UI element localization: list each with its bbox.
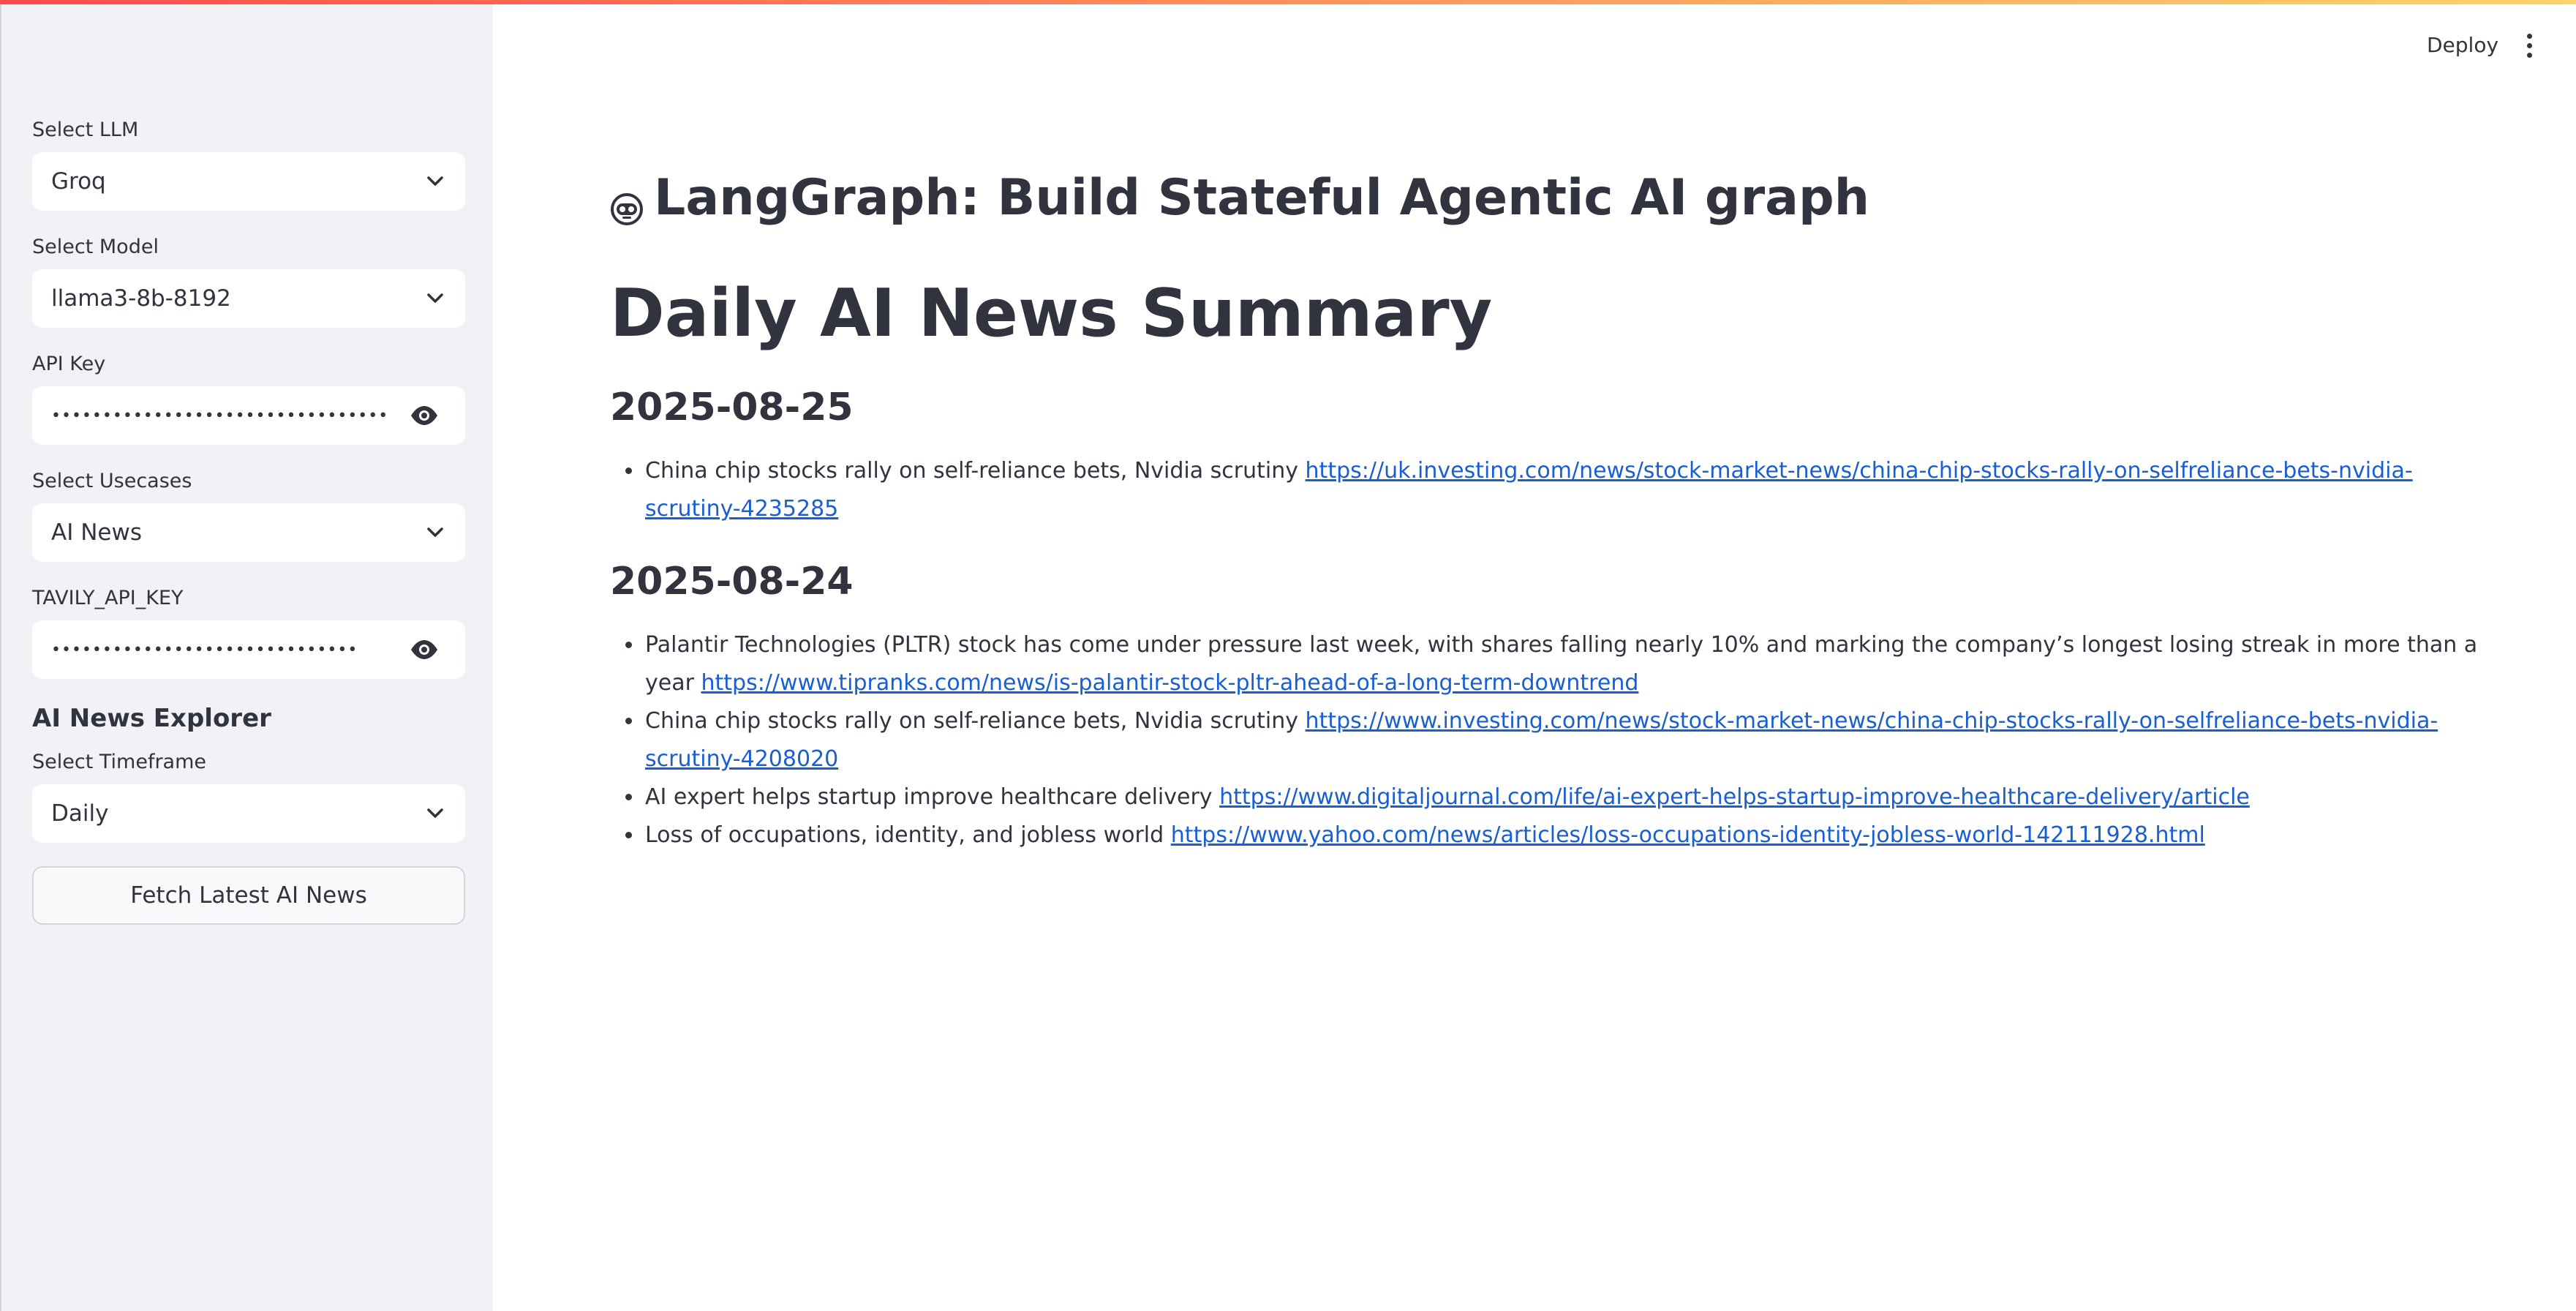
select-llm-dropdown[interactable]: Groq <box>32 152 465 211</box>
select-llm-value: Groq <box>51 168 106 195</box>
api-key-label: API Key <box>32 353 106 375</box>
news-list: Palantir Technologies (PLTR) stock has c… <box>610 626 2482 854</box>
select-model-dropdown[interactable]: llama3-8b-8192 <box>32 269 465 328</box>
chevron-down-icon <box>424 803 446 824</box>
chevron-down-icon <box>424 288 446 309</box>
news-item-link[interactable]: https://www.tipranks.com/news/is-palanti… <box>701 670 1638 696</box>
kebab-menu-icon[interactable] <box>2516 31 2542 60</box>
news-item-link[interactable]: https://www.yahoo.com/news/articles/loss… <box>1171 822 2205 848</box>
select-model-label: Select Model <box>32 236 159 258</box>
tavily-api-key-masked-value: ••••••••••••••••••••••••••••••••••••••••… <box>51 640 358 659</box>
app-title-text: LangGraph: Build Stateful Agentic AI gra… <box>654 168 1870 227</box>
select-timeframe-value: Daily <box>51 800 109 827</box>
news-item-text: China chip stocks rally on self-reliance… <box>645 458 1298 484</box>
tavily-api-key-input[interactable]: ••••••••••••••••••••••••••••••••••••••••… <box>32 620 465 679</box>
app-title: LangGraph: Build Stateful Agentic AI gra… <box>610 154 2482 241</box>
news-list: China chip stocks rally on self-reliance… <box>610 452 2482 528</box>
select-timeframe-label: Select Timeframe <box>32 751 207 773</box>
select-llm-label: Select LLM <box>32 119 139 141</box>
date-heading: 2025-08-25 <box>610 386 854 429</box>
date-heading: 2025-08-24 <box>610 560 854 604</box>
news-item-text: Loss of occupations, identity, and joble… <box>645 822 1164 848</box>
main-content: LangGraph: Build Stateful Agentic AI gra… <box>610 154 2482 854</box>
news-item-text: AI expert helps startup improve healthca… <box>645 784 1213 810</box>
select-usecase-value: AI News <box>51 519 142 546</box>
sidebar-content: Select LLM Groq Select Model llama3-8b-8… <box>32 117 465 925</box>
news-item-link[interactable]: https://www.digitaljournal.com/life/ai-e… <box>1219 784 2250 810</box>
fetch-latest-ai-news-button[interactable]: Fetch Latest AI News <box>32 866 465 925</box>
chevron-down-icon <box>424 170 446 192</box>
robot-face-icon <box>610 181 644 225</box>
news-item: Loss of occupations, identity, and joble… <box>644 816 2482 854</box>
api-key-masked-value: ••••••••••••••••••••••••••••••••••••••••… <box>51 406 391 425</box>
api-key-input[interactable]: ••••••••••••••••••••••••••••••••••••••••… <box>32 386 465 445</box>
select-usecase-label: Select Usecases <box>32 470 192 492</box>
select-timeframe-dropdown[interactable]: Daily <box>32 784 465 843</box>
deploy-button[interactable]: Deploy <box>2427 29 2498 61</box>
sidebar: Select LLM Groq Select Model llama3-8b-8… <box>0 0 493 1311</box>
select-usecase-dropdown[interactable]: AI News <box>32 503 465 562</box>
news-item-text: China chip stocks rally on self-reliance… <box>645 708 1298 734</box>
app-root: Select LLM Groq Select Model llama3-8b-8… <box>0 0 2576 1311</box>
news-item: China chip stocks rally on self-reliance… <box>644 452 2482 528</box>
page-title: Daily AI News Summary <box>610 275 1493 352</box>
news-item: AI expert helps startup improve healthca… <box>644 778 2482 816</box>
news-item: China chip stocks rally on self-reliance… <box>644 702 2482 778</box>
eye-icon[interactable] <box>408 634 440 666</box>
eye-icon[interactable] <box>408 399 440 432</box>
chevron-down-icon <box>424 522 446 544</box>
top-decoration-bar <box>0 0 2576 4</box>
news-item: Palantir Technologies (PLTR) stock has c… <box>644 626 2482 702</box>
ai-news-explorer-heading: AI News Explorer <box>32 704 271 733</box>
tavily-api-key-label: TAVILY_API_KEY <box>32 587 184 609</box>
select-model-value: llama3-8b-8192 <box>51 285 231 312</box>
